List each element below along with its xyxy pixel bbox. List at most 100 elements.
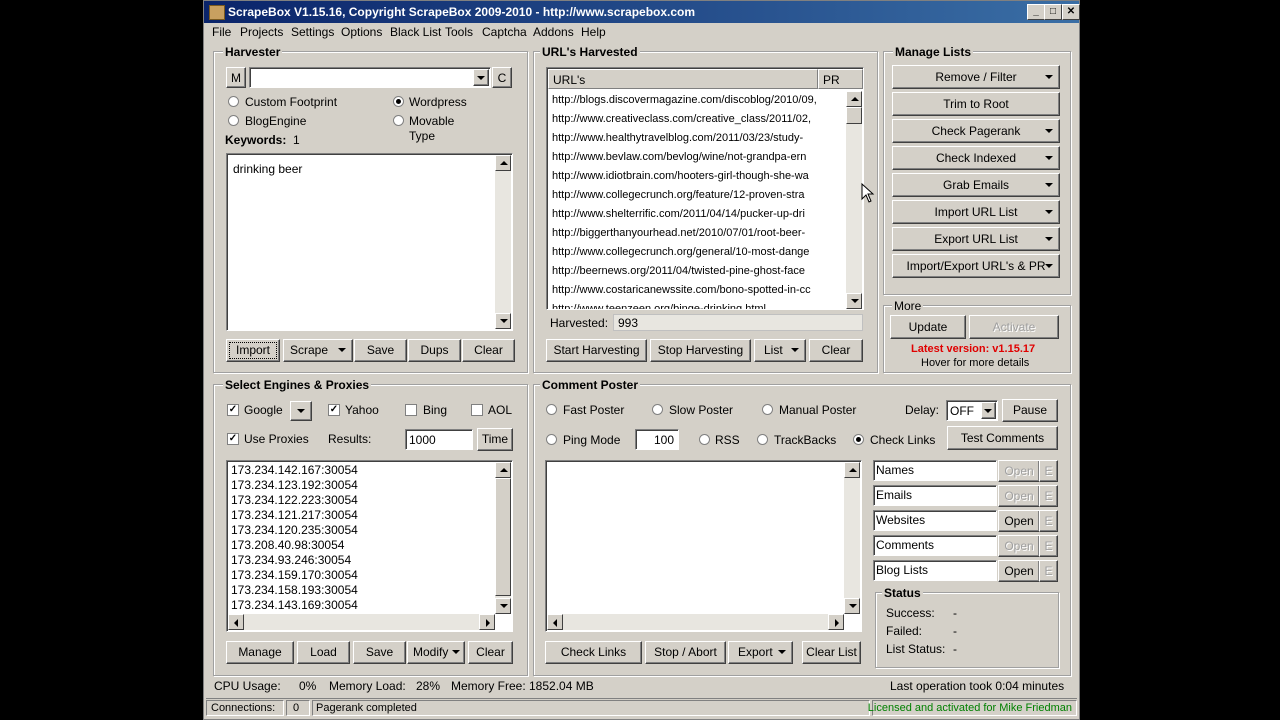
url-row[interactable]: http://www.shelterrific.com/2011/04/14/p… bbox=[548, 205, 819, 224]
clear-proxies-button[interactable]: Clear bbox=[468, 641, 513, 664]
urls-scrollbar[interactable] bbox=[846, 91, 862, 309]
time-button[interactable]: Time bbox=[477, 428, 513, 451]
minimize-button[interactable]: _ bbox=[1027, 4, 1045, 20]
update-button[interactable]: Update bbox=[890, 315, 966, 339]
menu-file[interactable]: File bbox=[212, 25, 231, 39]
trackbacks-radio[interactable] bbox=[757, 434, 768, 445]
names-file-field[interactable]: Names bbox=[873, 460, 997, 481]
blog-lists-edit-button[interactable]: E bbox=[1039, 560, 1058, 582]
combo-dropdown-button[interactable] bbox=[473, 69, 489, 86]
title-bar[interactable]: ScrapeBox V1.15.16, Copyright ScrapeBox … bbox=[204, 1, 1080, 23]
custom-footprint-radio[interactable] bbox=[228, 96, 239, 107]
url-row[interactable]: http://www.bevlaw.com/bevlog/wine/not-gr… bbox=[548, 148, 819, 167]
grab-emails-button[interactable]: Grab Emails bbox=[892, 173, 1060, 197]
ping-count-input[interactable]: 100 bbox=[635, 429, 679, 450]
poster-scrollbar-v[interactable] bbox=[844, 462, 860, 614]
blog-lists-file-field[interactable]: Blog Lists bbox=[873, 560, 997, 581]
blogengine-radio[interactable] bbox=[228, 115, 239, 126]
trim-to-root-button[interactable]: Trim to Root bbox=[892, 92, 1060, 116]
url-row[interactable]: http://beernews.org/2011/04/twisted-pine… bbox=[548, 262, 819, 281]
poster-output-area[interactable] bbox=[545, 460, 862, 632]
wordpress-radio[interactable] bbox=[393, 96, 404, 107]
column-header-url[interactable]: URL's bbox=[548, 69, 818, 89]
emails-open-button[interactable]: Open bbox=[998, 485, 1040, 507]
menu-captcha[interactable]: Captcha bbox=[482, 25, 527, 39]
keywords-textarea[interactable]: drinking beer bbox=[226, 153, 513, 331]
emails-edit-button[interactable]: E bbox=[1039, 485, 1058, 507]
url-row[interactable]: http://www.idiotbrain.com/hooters-girl-t… bbox=[548, 167, 819, 186]
urls-listview[interactable]: URL's PR http://blogs.discovermagazine.c… bbox=[546, 67, 864, 310]
test-comments-button[interactable]: Test Comments bbox=[947, 426, 1058, 450]
pause-button[interactable]: Pause bbox=[1002, 399, 1058, 422]
google-dropdown-button[interactable] bbox=[290, 401, 312, 421]
websites-edit-button[interactable]: E bbox=[1039, 510, 1058, 532]
keywords-scrollbar[interactable] bbox=[495, 155, 511, 329]
emails-file-field[interactable]: Emails bbox=[873, 485, 997, 506]
proxies-scrollbar-v[interactable] bbox=[495, 462, 511, 614]
proxies-textarea[interactable]: 173.234.142.167:30054 173.234.123.192:300… bbox=[226, 460, 513, 632]
check-pagerank-button[interactable]: Check Pagerank bbox=[892, 119, 1060, 143]
url-row[interactable]: http://www.creativeclass.com/creative_cl… bbox=[548, 110, 819, 129]
urls-scroll-thumb[interactable] bbox=[846, 107, 862, 124]
use-proxies-checkbox[interactable]: ✓ bbox=[227, 433, 239, 445]
menu-addons[interactable]: Addons bbox=[533, 25, 574, 39]
export-url-list-button[interactable]: Export URL List bbox=[892, 227, 1060, 251]
menu-options[interactable]: Options bbox=[341, 25, 382, 39]
import-button[interactable]: Import bbox=[226, 339, 280, 362]
manual-poster-radio[interactable] bbox=[762, 404, 773, 415]
remove-filter-button[interactable]: Remove / Filter bbox=[892, 65, 1060, 89]
column-header-pr[interactable]: PR bbox=[818, 69, 863, 89]
comments-open-button[interactable]: Open bbox=[998, 535, 1040, 557]
fast-poster-radio[interactable] bbox=[546, 404, 557, 415]
save-proxies-button[interactable]: Save bbox=[353, 641, 406, 664]
delay-select[interactable]: OFF bbox=[946, 400, 998, 421]
url-row[interactable]: http://biggerthanyourhead.net/2010/07/01… bbox=[548, 224, 819, 243]
movable-type-radio[interactable] bbox=[393, 115, 404, 126]
stop-abort-button[interactable]: Stop / Abort bbox=[645, 641, 726, 664]
scrape-button[interactable]: Scrape bbox=[283, 339, 353, 362]
names-edit-button[interactable]: E bbox=[1039, 460, 1058, 482]
stop-harvesting-button[interactable]: Stop Harvesting bbox=[650, 339, 751, 362]
url-row[interactable]: http://www.collegecrunch.org/general/10-… bbox=[548, 243, 819, 262]
manage-proxies-button[interactable]: Manage bbox=[226, 641, 294, 664]
url-row[interactable]: http://www.costaricanewssite.com/bono-sp… bbox=[548, 281, 819, 300]
check-indexed-button[interactable]: Check Indexed bbox=[892, 146, 1060, 170]
start-harvesting-button[interactable]: Start Harvesting bbox=[546, 339, 647, 362]
menu-black-list[interactable]: Black List bbox=[390, 25, 441, 39]
google-checkbox[interactable]: ✓ bbox=[227, 404, 239, 416]
activate-button[interactable]: Activate bbox=[969, 315, 1059, 339]
names-open-button[interactable]: Open bbox=[998, 460, 1040, 482]
m-button[interactable]: M bbox=[226, 67, 246, 88]
results-input[interactable]: 1000 bbox=[405, 429, 473, 450]
blog-lists-open-button[interactable]: Open bbox=[998, 560, 1040, 582]
menu-tools[interactable]: Tools bbox=[445, 25, 473, 39]
export-button[interactable]: Export bbox=[728, 641, 793, 664]
clear-keywords-button[interactable]: Clear bbox=[462, 339, 515, 362]
load-proxies-button[interactable]: Load bbox=[297, 641, 350, 664]
url-row[interactable]: http://blogs.discovermagazine.com/discob… bbox=[548, 91, 819, 110]
comments-edit-button[interactable]: E bbox=[1039, 535, 1058, 557]
clear-urls-button[interactable]: Clear bbox=[809, 339, 863, 362]
close-button[interactable]: ✕ bbox=[1062, 4, 1080, 20]
url-row[interactable]: http://www.teenzeen.org/binge-drinking.h… bbox=[548, 300, 819, 309]
delay-dropdown-button[interactable] bbox=[981, 402, 996, 419]
modify-button[interactable]: Modify bbox=[407, 641, 465, 664]
websites-file-field[interactable]: Websites bbox=[873, 510, 997, 531]
ping-mode-radio[interactable] bbox=[546, 434, 557, 445]
websites-open-button[interactable]: Open bbox=[998, 510, 1040, 532]
maximize-button[interactable]: □ bbox=[1044, 4, 1062, 20]
poster-scrollbar-h[interactable] bbox=[547, 614, 844, 630]
dups-button[interactable]: Dups bbox=[408, 339, 461, 362]
aol-checkbox[interactable] bbox=[471, 404, 483, 416]
comments-file-field[interactable]: Comments bbox=[873, 535, 997, 556]
list-button[interactable]: List bbox=[754, 339, 806, 362]
url-row[interactable]: http://www.collegecrunch.org/feature/12-… bbox=[548, 186, 819, 205]
menu-settings[interactable]: Settings bbox=[291, 25, 334, 39]
footprint-combo[interactable] bbox=[249, 67, 491, 88]
slow-poster-radio[interactable] bbox=[652, 404, 663, 415]
proxies-scroll-thumb[interactable] bbox=[495, 478, 511, 596]
rss-radio[interactable] bbox=[699, 434, 710, 445]
proxies-scrollbar-h[interactable] bbox=[228, 614, 495, 630]
bing-checkbox[interactable] bbox=[405, 404, 417, 416]
menu-projects[interactable]: Projects bbox=[240, 25, 283, 39]
